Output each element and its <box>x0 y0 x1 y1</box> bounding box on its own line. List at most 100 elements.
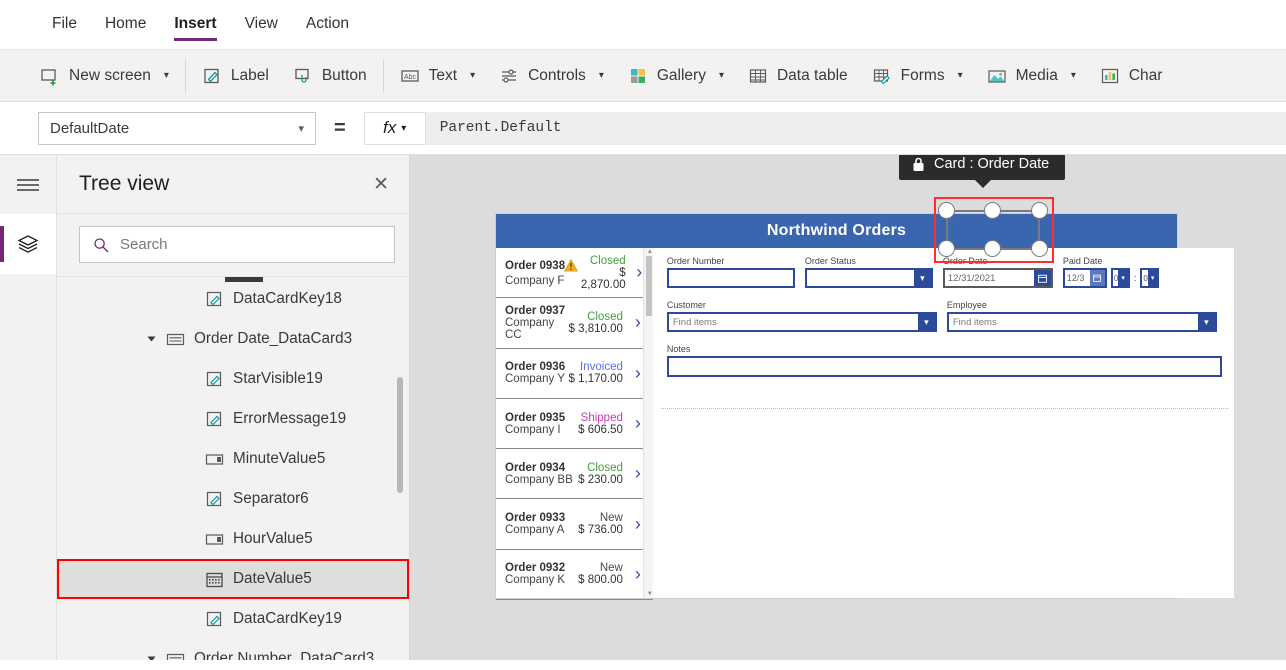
gallery-row[interactable]: Order 0934Company BBClosed$ 230.00› <box>496 449 653 499</box>
close-icon[interactable]: ✕ <box>373 175 389 194</box>
gallery-scrollbar[interactable]: ▲ ▼ <box>643 248 653 598</box>
gallery-row[interactable]: Order 0937Company CCClosed$ 3,810.00› <box>496 298 653 348</box>
ribbon-toolbar: New screen ▾ Label Button Abc Te <box>0 50 1286 102</box>
menu-item-file[interactable]: File <box>38 9 91 41</box>
tree-node-errormessage19[interactable]: ErrorMessage19 <box>57 399 409 439</box>
label-control-icon <box>205 610 224 629</box>
gallery-row[interactable]: Order 0933Company ANew$ 736.00› <box>496 499 653 549</box>
field-order-number: Order Number <box>667 256 795 288</box>
insert-media-button[interactable]: Media ▾ <box>975 56 1088 96</box>
tree-node-datevalue5[interactable]: DateValue5 <box>57 559 409 599</box>
paid-date-control[interactable]: 12/3 <box>1063 268 1107 288</box>
insert-text-label: Text <box>429 67 457 85</box>
order-date-input[interactable]: 12/31/2021 <box>945 270 1034 286</box>
amount-text: $ 2,870.00 <box>578 267 626 291</box>
app-title: Northwind Orders <box>767 222 906 240</box>
tree-node-order-number-datacard3[interactable]: Order Number_DataCard3 <box>57 639 409 660</box>
amount-text: $ 800.00 <box>578 574 623 586</box>
search-input[interactable]: Search <box>79 226 395 263</box>
tree-node-order-date-datacard3[interactable]: Order Date_DataCard3 <box>57 319 409 359</box>
menu-item-insert[interactable]: Insert <box>160 9 230 41</box>
gallery-row[interactable]: Order 0936Company YInvoiced$ 1,170.00› <box>496 349 653 399</box>
control-tooltip: Card : Order Date <box>899 155 1065 180</box>
forms-icon <box>872 66 892 86</box>
gallery-row[interactable]: Order 0932Company KNew$ 800.00› <box>496 550 653 600</box>
gallery-row-left: Order 0938Company F <box>505 259 578 287</box>
expander-arrow-icon[interactable] <box>148 337 156 342</box>
insert-gallery-button[interactable]: Gallery ▾ <box>616 56 736 96</box>
insert-media-label: Media <box>1016 67 1058 85</box>
company-text: Company K <box>505 574 578 586</box>
amount-text: $ 606.50 <box>578 424 623 436</box>
ribbon-divider-2 <box>383 59 384 93</box>
menu-item-home[interactable]: Home <box>91 9 160 41</box>
tree-node-datacardkey19[interactable]: DataCardKey19 <box>57 599 409 639</box>
insert-data-table-button[interactable]: Data table <box>736 56 860 96</box>
calendar-icon[interactable] <box>1090 270 1105 286</box>
menu-item-view[interactable]: View <box>231 9 292 41</box>
menu-item-action[interactable]: Action <box>292 9 363 41</box>
label-icon <box>202 66 222 86</box>
tree-node-starvisible19[interactable]: StarVisible19 <box>57 359 409 399</box>
formula-input[interactable]: Parent.Default <box>426 112 1286 145</box>
tree-view-header: Tree view ✕ <box>57 155 409 214</box>
order-number-text: Order 0937 <box>505 305 569 317</box>
gallery-scroll-thumb[interactable] <box>646 256 652 316</box>
label-control-icon <box>205 290 224 309</box>
label-control-icon <box>205 410 224 429</box>
tree-node-minutevalue5[interactable]: MinuteValue5 <box>57 439 409 479</box>
insert-controls-button[interactable]: Controls ▾ <box>487 56 616 96</box>
paid-date-label: Paid Date <box>1063 256 1163 266</box>
app-title-bar: Northwind Orders <box>496 214 1177 248</box>
order-date-control[interactable]: 12/31/2021 <box>943 268 1053 288</box>
gallery-row-right: New$ 736.00 <box>578 512 627 536</box>
tree-node-datacardkey18[interactable]: DataCardKey18 <box>57 279 409 319</box>
insert-data-table-label: Data table <box>777 67 848 85</box>
customer-dropdown[interactable]: Find items ▾ <box>667 312 937 332</box>
chevron-down-icon: ▾ <box>298 122 304 135</box>
insert-chart-label: Char <box>1129 67 1163 85</box>
calendar-icon[interactable] <box>1034 270 1051 286</box>
app-canvas: Northwind Orders Order 0938Company FClos… <box>410 155 1286 660</box>
tree-node-label: ErrorMessage19 <box>233 410 346 428</box>
employee-dropdown[interactable]: Find items ▾ <box>947 312 1217 332</box>
ribbon-group-controls: Abc Text ▾ Controls ▾ Gallery ▾ <box>388 50 1175 101</box>
insert-text-button[interactable]: Abc Text ▾ <box>388 56 487 96</box>
hamburger-menu-button[interactable] <box>0 155 56 214</box>
tree-scrollbar[interactable] <box>397 377 403 493</box>
status-badge: Closed <box>578 255 626 267</box>
new-screen-label: New screen <box>69 67 151 85</box>
insert-forms-button[interactable]: Forms ▾ <box>860 56 975 96</box>
app-preview: Northwind Orders Order 0938Company FClos… <box>496 214 1177 598</box>
order-number-text: Order 0933 <box>505 512 578 524</box>
tree-node-hourvalue5[interactable]: HourValue5 <box>57 519 409 559</box>
layers-icon <box>16 233 40 255</box>
property-select[interactable]: DefaultDate ▾ <box>38 112 316 145</box>
rail-item-tree-view[interactable] <box>0 214 56 274</box>
gallery-row[interactable]: Order 0938Company FClosed$ 2,870.00› <box>496 248 653 298</box>
insert-chart-button[interactable]: Char <box>1088 56 1175 96</box>
chevron-down-icon: ▾ <box>719 70 724 81</box>
order-number-input[interactable] <box>667 268 795 288</box>
gallery-row-right: Closed$ 2,870.00 <box>578 255 630 291</box>
gallery-row[interactable]: Order 0935Company IShipped$ 606.50› <box>496 399 653 449</box>
order-form: Order Number Order Status ▾ Order Date <box>653 248 1234 598</box>
notes-input[interactable] <box>667 356 1222 377</box>
insert-button-button[interactable]: Button <box>281 56 379 96</box>
paid-date-hour-dropdown[interactable]: 0 ▾ <box>1111 268 1130 288</box>
paid-date-input[interactable]: 12/3 <box>1065 270 1090 286</box>
new-screen-button[interactable]: New screen ▾ <box>28 56 181 96</box>
customer-label: Customer <box>667 300 937 310</box>
insert-gallery-label: Gallery <box>657 67 706 85</box>
tree-node-separator6[interactable]: Separator6 <box>57 479 409 519</box>
expander-arrow-icon[interactable] <box>148 657 156 661</box>
fx-button[interactable]: fx ▾ <box>364 112 426 145</box>
new-screen-icon <box>40 66 60 86</box>
insert-label-button[interactable]: Label <box>190 56 281 96</box>
company-text: Company F <box>505 275 578 287</box>
order-status-dropdown[interactable]: ▾ <box>805 268 933 288</box>
search-placeholder: Search <box>120 236 168 253</box>
svg-text:Abc: Abc <box>404 73 417 80</box>
paid-date-minute-dropdown[interactable]: 0 ▾ <box>1140 268 1159 288</box>
insert-forms-label: Forms <box>901 67 945 85</box>
